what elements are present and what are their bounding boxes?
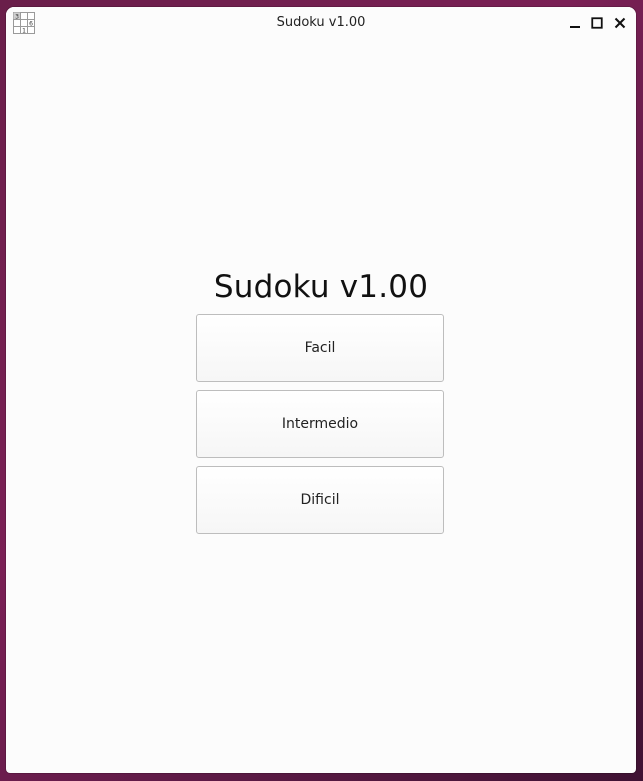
app-window: 3 6 1 Sudoku v1.00 Sudoku v1.00 Facil In…: [6, 7, 636, 773]
minimize-button[interactable]: [566, 14, 584, 32]
window-title: Sudoku v1.00: [276, 15, 366, 30]
easy-button-label: Facil: [304, 340, 336, 356]
hard-button[interactable]: Dificil: [196, 466, 444, 534]
title-bar[interactable]: 3 6 1 Sudoku v1.00: [6, 7, 636, 39]
easy-button[interactable]: Facil: [196, 314, 444, 382]
hard-button-label: Dificil: [300, 492, 340, 508]
intermediate-button-label: Intermedio: [281, 416, 359, 432]
close-button[interactable]: [611, 14, 629, 32]
close-icon: [614, 17, 626, 29]
maximize-icon: [591, 17, 603, 29]
intermediate-button[interactable]: Intermedio: [196, 390, 444, 458]
maximize-button[interactable]: [588, 14, 606, 32]
minimize-icon: [570, 26, 580, 28]
page-title: Sudoku v1.00: [213, 269, 429, 305]
